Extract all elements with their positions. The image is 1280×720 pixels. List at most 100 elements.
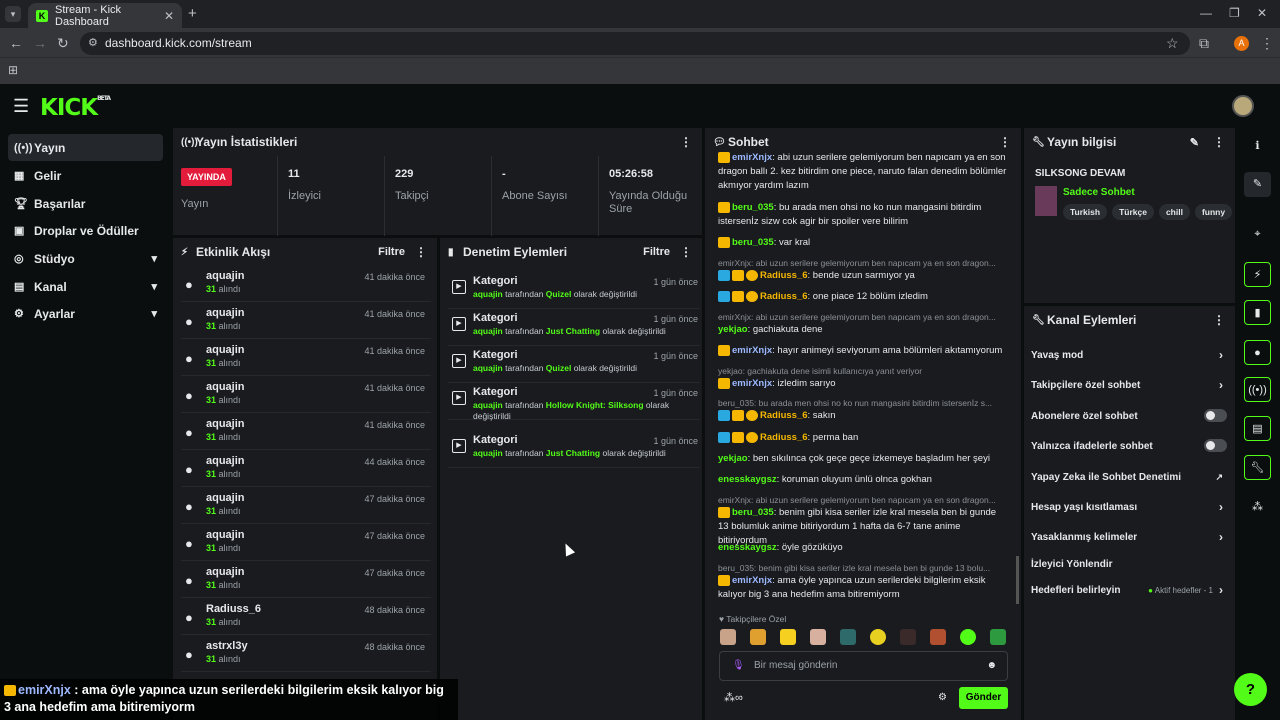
- emote-icon[interactable]: [750, 629, 766, 645]
- reply-context[interactable]: emirXnjx: abi uzun serilere gelemiyorum …: [718, 312, 1008, 322]
- more-options-icon[interactable]: ⋮: [415, 245, 427, 259]
- new-tab-icon[interactable]: +: [188, 5, 197, 22]
- sidebar-item-basarilar[interactable]: 🏆︎ Başarılar: [8, 190, 163, 217]
- filter-button[interactable]: Filtre: [643, 246, 670, 258]
- reply-context[interactable]: beru_035: benim gibi kisa seriler izle k…: [718, 563, 1008, 573]
- mod-user[interactable]: aquajin: [473, 326, 503, 336]
- chat-username[interactable]: emirXnjx: [732, 345, 772, 356]
- user-avatar[interactable]: [1232, 95, 1254, 117]
- mod-user[interactable]: aquajin: [473, 400, 503, 410]
- category-name[interactable]: Sadece Sohbet: [1063, 187, 1135, 198]
- chat-username[interactable]: beru_035: [732, 507, 774, 518]
- chat-input[interactable]: 🎙︎ Bir mesaj gönderin ☻: [719, 651, 1008, 681]
- chat-username[interactable]: yekjao: [718, 324, 748, 335]
- emote-icon[interactable]: [720, 629, 736, 645]
- emote-only-toggle[interactable]: [1204, 439, 1227, 452]
- broadcast-icon[interactable]: ((•)): [1244, 377, 1271, 402]
- chat-username[interactable]: emirXnjx: [732, 378, 772, 389]
- emote-icon[interactable]: [870, 629, 886, 645]
- focus-icon[interactable]: ⌖: [1244, 222, 1271, 247]
- emote-icon[interactable]: [960, 629, 976, 645]
- action-emote-only[interactable]: Yalnızca ifadelerle sohbet: [1031, 439, 1227, 452]
- more-options-icon[interactable]: ⋮: [680, 135, 692, 149]
- tag-chip[interactable]: chill: [1158, 204, 1190, 220]
- microphone-icon[interactable]: 🎙︎: [732, 652, 745, 680]
- event-user[interactable]: aquajin: [206, 307, 245, 319]
- event-user[interactable]: aquajin: [206, 270, 245, 282]
- back-icon[interactable]: ←: [9, 35, 23, 51]
- more-options-icon[interactable]: ⋮: [999, 135, 1011, 149]
- chat-username[interactable]: enesskaygsz: [718, 542, 777, 553]
- browser-tab[interactable]: K Stream - Kick Dashboard ✕: [28, 3, 182, 28]
- edit-pencil-icon[interactable]: ✎: [1190, 136, 1199, 149]
- filter-button[interactable]: Filtre: [378, 246, 405, 258]
- document-icon[interactable]: ▮: [1244, 300, 1271, 325]
- chat-username[interactable]: Radiuss_6: [760, 291, 808, 302]
- forward-icon[interactable]: →: [33, 35, 47, 51]
- chat-username[interactable]: enesskaygsz: [718, 474, 777, 485]
- event-user[interactable]: Radiuss_6: [206, 603, 261, 615]
- chat-username[interactable]: Radiuss_6: [760, 270, 808, 281]
- category-thumbnail[interactable]: [1035, 186, 1057, 216]
- wrench-icon[interactable]: 🔧︎: [1244, 455, 1271, 480]
- sidebar-item-droplar[interactable]: ▣ Droplar ve Ödüller: [8, 217, 163, 244]
- bolt-icon[interactable]: ⚡︎: [1244, 262, 1271, 287]
- more-options-icon[interactable]: ⋮: [1213, 313, 1225, 327]
- chat-scrollbar[interactable]: [1016, 556, 1019, 604]
- chat-icon[interactable]: ●: [1244, 340, 1271, 365]
- more-options-icon[interactable]: ⋮: [680, 245, 692, 259]
- reply-context[interactable]: emirXnjx: abi uzun serilere gelemiyorum …: [718, 495, 1008, 505]
- action-slow-mode[interactable]: Yavaş mod ›: [1031, 348, 1227, 362]
- action-banned-words[interactable]: Yasaklanmış kelimeler ›: [1031, 530, 1227, 544]
- bookmark-star-icon[interactable]: ☆: [1166, 35, 1179, 52]
- event-user[interactable]: aquajin: [206, 455, 245, 467]
- hamburger-menu-icon[interactable]: ☰: [13, 96, 29, 117]
- sidebar-item-ayarlar[interactable]: ⚙ Ayarlar ▾: [8, 300, 163, 327]
- layout-icon[interactable]: ▤: [1244, 416, 1271, 441]
- event-user[interactable]: aquajin: [206, 566, 245, 578]
- points-icon[interactable]: ⁂∞: [724, 691, 743, 704]
- sidebar-item-studyo[interactable]: ◎ Stüdyo ▾: [8, 245, 163, 272]
- sidebar-item-yayin[interactable]: ((•)) Yayın: [8, 134, 163, 161]
- action-ai-moderation[interactable]: Yapay Zeka ile Sohbet Denetimi ↗: [1031, 472, 1227, 483]
- browser-menu-icon[interactable]: ⋮: [1260, 35, 1274, 52]
- emote-icon[interactable]: [990, 629, 1006, 645]
- event-user[interactable]: aquajin: [206, 529, 245, 541]
- action-account-age[interactable]: Hesap yaşı kısıtlaması ›: [1031, 500, 1227, 514]
- apps-grid-icon[interactable]: ⊞: [8, 63, 18, 77]
- reload-icon[interactable]: ↻: [57, 35, 69, 52]
- action-subs-only[interactable]: Abonelere özel sohbet: [1031, 409, 1227, 422]
- event-user[interactable]: aquajin: [206, 492, 245, 504]
- chat-username[interactable]: emirXnjx: [732, 152, 772, 163]
- url-field[interactable]: ⚙ dashboard.kick.com/stream: [80, 32, 1190, 55]
- tag-chip[interactable]: funny: [1194, 204, 1233, 220]
- share-icon[interactable]: ⁂: [1244, 495, 1271, 520]
- action-raid[interactable]: İzleyici Yönlendir: [1031, 559, 1227, 570]
- close-tab-icon[interactable]: ✕: [164, 9, 174, 23]
- sidebar-item-kanal[interactable]: ▤ Kanal ▾: [8, 273, 163, 300]
- emote-icon[interactable]: [810, 629, 826, 645]
- more-options-icon[interactable]: ⋮: [1213, 135, 1225, 149]
- event-user[interactable]: aquajin: [206, 381, 245, 393]
- close-window-icon[interactable]: ✕: [1257, 6, 1267, 20]
- event-user[interactable]: aquajin: [206, 418, 245, 430]
- tab-search-icon[interactable]: ▾: [5, 6, 21, 22]
- action-followers-only[interactable]: Takipçilere özel sohbet ›: [1031, 378, 1227, 392]
- reply-context[interactable]: yekjao: gachiakuta dene isimli kullanıcı…: [718, 366, 1008, 376]
- action-goals[interactable]: Hedefleri belirleyin ● Aktif hedefler - 1…: [1031, 583, 1227, 597]
- chat-settings-gear-icon[interactable]: ⚙: [938, 692, 947, 703]
- chat-username[interactable]: yekjao: [718, 453, 748, 464]
- maximize-icon[interactable]: ❐: [1229, 6, 1240, 20]
- support-chat-button[interactable]: ?: [1234, 673, 1267, 706]
- info-icon[interactable]: ℹ: [1244, 134, 1271, 159]
- minimize-icon[interactable]: —: [1200, 6, 1212, 20]
- mod-user[interactable]: aquajin: [473, 363, 503, 373]
- mod-user[interactable]: aquajin: [473, 448, 503, 458]
- send-button[interactable]: Gönder: [959, 687, 1008, 709]
- extensions-icon[interactable]: ⧉: [1199, 35, 1209, 52]
- emote-icon[interactable]: [900, 629, 916, 645]
- emote-icon[interactable]: [930, 629, 946, 645]
- event-user[interactable]: aquajin: [206, 344, 245, 356]
- chat-username[interactable]: Radiuss_6: [760, 410, 808, 421]
- chat-username[interactable]: beru_035: [732, 202, 774, 213]
